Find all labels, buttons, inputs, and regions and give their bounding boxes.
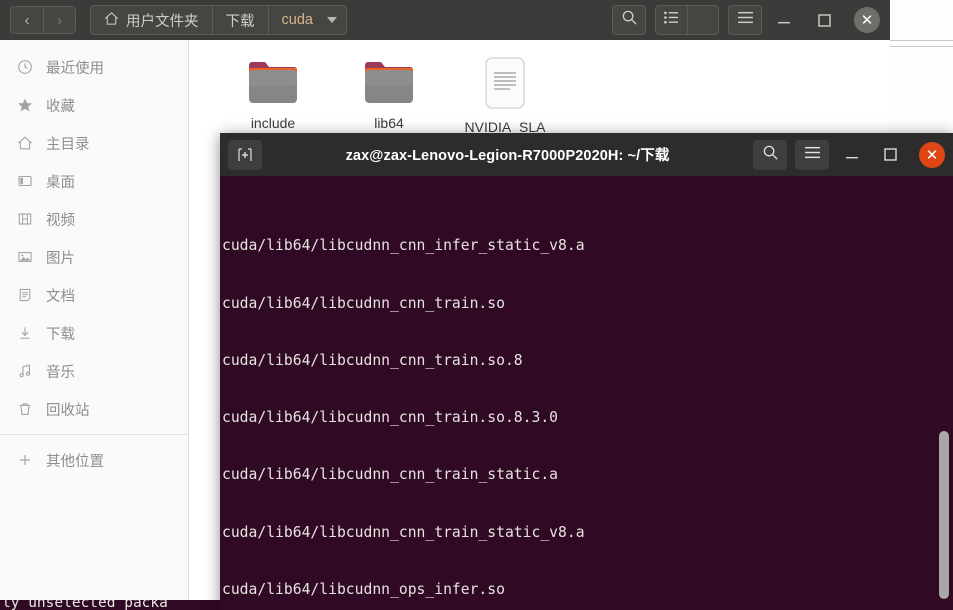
hamburger-menu-icon: [737, 11, 754, 29]
view-mode-group: [655, 5, 719, 35]
breadcrumb-item-downloads[interactable]: 下载: [213, 6, 269, 34]
sidebar-item-starred[interactable]: 收藏: [0, 86, 188, 124]
search-button[interactable]: [612, 5, 646, 35]
icon-grid: include lib64 NVIDIA_SLA: [215, 56, 890, 136]
sidebar-item-downloads[interactable]: 下载: [0, 314, 188, 352]
sidebar-item-videos[interactable]: 视频: [0, 200, 188, 238]
file-manager-header: ‹ › 用户文件夹 下载 cuda ✕: [0, 0, 890, 40]
download-icon: [16, 325, 34, 341]
folder-icon: [245, 56, 301, 108]
plus-icon: [16, 452, 34, 468]
star-icon: [16, 97, 34, 113]
image-icon: [16, 249, 34, 265]
sidebar-label-desktop: 桌面: [46, 174, 75, 191]
terminal-output-line: cuda/lib64/libcudnn_cnn_train.so: [222, 294, 505, 312]
breadcrumb: 用户文件夹 下载 cuda: [90, 5, 347, 35]
screen: p cuda dpkg -i cu ly unselected packa ‹ …: [0, 0, 953, 610]
sidebar: 最近使用 收藏 主目录 桌面 视频 图片 文档 下载 音乐 回收站 其他位置: [0, 40, 189, 600]
file-label-lib64: lib64: [374, 115, 404, 131]
document-icon: [16, 287, 34, 303]
file-item-nvidia-sla[interactable]: NVIDIA_SLA: [447, 56, 563, 136]
back-button[interactable]: ‹: [10, 6, 43, 34]
terminal-output[interactable]: cuda/lib64/libcudnn_cnn_infer_static_v8.…: [220, 176, 953, 610]
breadcrumb-label-home: 用户文件夹: [126, 13, 199, 30]
navigation-buttons: ‹ ›: [10, 6, 76, 34]
sidebar-label-recent: 最近使用: [46, 60, 104, 77]
desktop-icon: [16, 173, 34, 189]
hamburger-menu-icon: [804, 146, 821, 164]
forward-button[interactable]: ›: [43, 6, 76, 34]
home-icon: [16, 135, 34, 151]
sidebar-item-desktop[interactable]: 桌面: [0, 162, 188, 200]
sidebar-item-music[interactable]: 音乐: [0, 352, 188, 390]
document-file-icon: [482, 56, 528, 112]
sidebar-item-documents[interactable]: 文档: [0, 276, 188, 314]
terminal-scrollbar[interactable]: [939, 431, 949, 599]
terminal-minimize-button[interactable]: [837, 140, 867, 170]
new-tab-button[interactable]: [228, 139, 262, 170]
file-item-include[interactable]: include: [215, 56, 331, 136]
terminal-output-line: cuda/lib64/libcudnn_ops_infer.so: [222, 580, 505, 598]
terminal-output-line: cuda/lib64/libcudnn_cnn_train_static_v8.…: [222, 523, 585, 541]
home-icon: [104, 11, 119, 30]
list-view-icon: [663, 10, 680, 30]
terminal-menu-button[interactable]: [795, 139, 829, 170]
background-window-edge: [890, 40, 953, 41]
music-icon: [16, 363, 34, 379]
terminal-title: zax@zax-Lenovo-Legion-R7000P2020H: ~/下载: [345, 148, 670, 164]
clock-icon: [16, 59, 34, 75]
search-icon: [621, 9, 638, 31]
sidebar-label-other-locations: 其他位置: [46, 453, 104, 470]
minimize-button[interactable]: [766, 1, 802, 39]
sidebar-label-videos: 视频: [46, 212, 75, 229]
sidebar-item-trash[interactable]: 回收站: [0, 390, 188, 428]
sidebar-item-pictures[interactable]: 图片: [0, 238, 188, 276]
sidebar-label-starred: 收藏: [46, 98, 75, 115]
sidebar-item-other-locations[interactable]: 其他位置: [0, 441, 188, 479]
film-icon: [16, 211, 34, 227]
trash-icon: [16, 401, 34, 417]
breadcrumb-label-downloads: 下载: [225, 13, 255, 30]
sidebar-item-recent[interactable]: 最近使用: [0, 48, 188, 86]
sidebar-label-downloads: 下载: [46, 326, 75, 343]
terminal-header: zax@zax-Lenovo-Legion-R7000P2020H: ~/下载: [220, 133, 953, 176]
file-item-lib64[interactable]: lib64: [331, 56, 447, 136]
terminal-output-line: cuda/lib64/libcudnn_cnn_infer_static_v8.…: [222, 237, 585, 255]
close-button[interactable]: ✕: [854, 7, 880, 33]
view-dropdown-button[interactable]: [687, 5, 719, 35]
maximize-button[interactable]: [806, 1, 842, 39]
sidebar-label-music: 音乐: [46, 364, 75, 381]
sidebar-label-pictures: 图片: [46, 250, 75, 267]
terminal-close-button[interactable]: ✕: [919, 141, 945, 168]
terminal-maximize-button[interactable]: [875, 140, 905, 170]
search-icon: [762, 144, 779, 166]
background-window-edge-2: [890, 46, 953, 47]
sidebar-divider: [0, 434, 188, 435]
sidebar-label-home: 主目录: [46, 136, 90, 153]
breadcrumb-item-home[interactable]: 用户文件夹: [91, 6, 213, 34]
terminal-output-line: cuda/lib64/libcudnn_cnn_train_static.a: [222, 466, 559, 484]
sidebar-label-documents: 文档: [46, 288, 75, 305]
terminal-output-line: cuda/lib64/libcudnn_cnn_train.so.8: [222, 351, 523, 369]
chevron-down-icon[interactable]: [326, 17, 337, 23]
list-view-button[interactable]: [655, 5, 687, 35]
terminal-output-line: cuda/lib64/libcudnn_cnn_train.so.8.3.0: [222, 409, 559, 427]
breadcrumb-item-cuda[interactable]: cuda: [269, 6, 346, 34]
folder-icon: [361, 56, 417, 108]
terminal-window: zax@zax-Lenovo-Legion-R7000P2020H: ~/下载: [220, 133, 953, 610]
breadcrumb-label-cuda: cuda: [281, 12, 313, 28]
sidebar-item-home[interactable]: 主目录: [0, 124, 188, 162]
main-menu-button[interactable]: [728, 5, 762, 35]
terminal-search-button[interactable]: [753, 139, 787, 170]
file-label-include: include: [250, 115, 296, 131]
sidebar-label-trash: 回收站: [46, 402, 90, 419]
terminal-header-buttons: ✕: [753, 139, 945, 170]
